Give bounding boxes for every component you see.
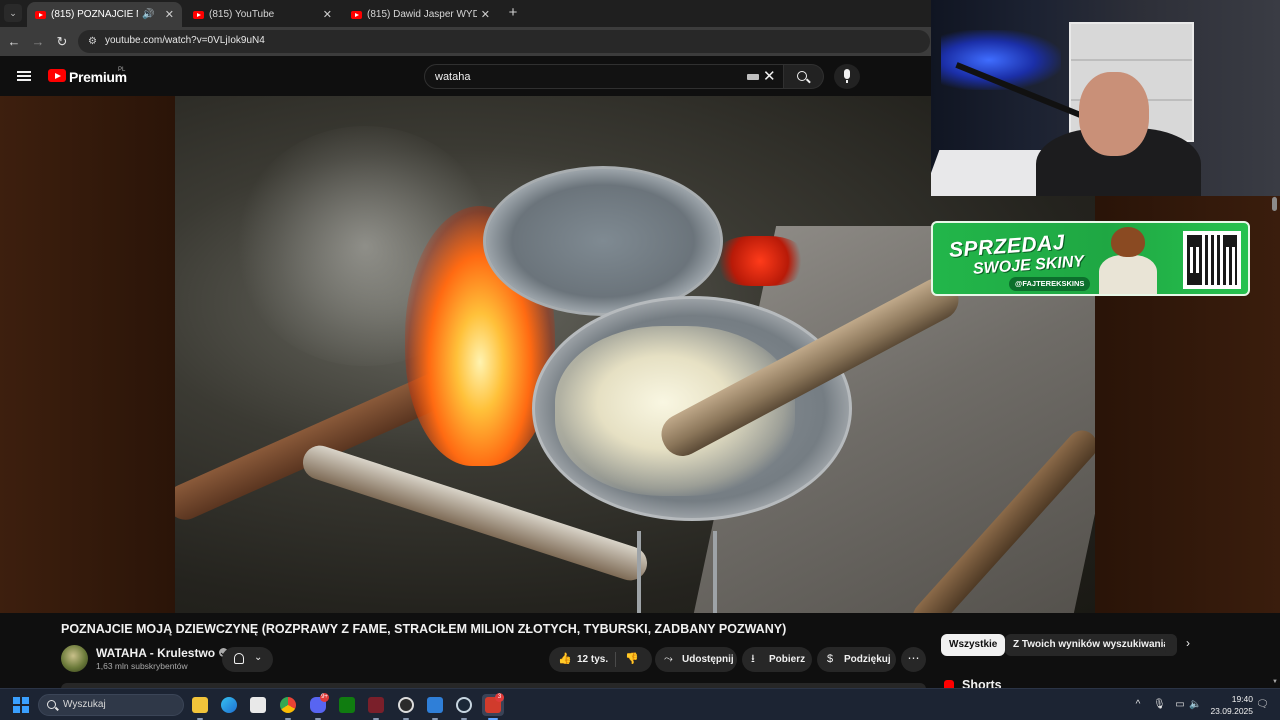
search-button[interactable] xyxy=(784,64,824,89)
chip-all[interactable]: Wszystkie xyxy=(941,634,1006,656)
tab-poznajcie[interactable]: (815) POZNAJCIE MOJĄ DZ 🔊 ✕ xyxy=(27,2,182,27)
tab-title: (815) Dawid Jasper WYDAJĄ M xyxy=(367,9,477,20)
discord-badge: 9+ xyxy=(320,693,329,702)
network-icon[interactable]: ▭ xyxy=(1174,699,1186,711)
notifications-button[interactable]: ⌄ xyxy=(222,647,273,672)
voice-search-button[interactable] xyxy=(834,64,860,89)
youtube-favicon-icon xyxy=(351,10,362,19)
like-divider xyxy=(615,652,616,667)
file-explorer-icon[interactable] xyxy=(189,694,211,720)
youtube-favicon-icon xyxy=(193,10,204,19)
webcam-overlay xyxy=(931,0,1280,196)
volume-icon[interactable]: 🔈 xyxy=(1189,699,1201,711)
ad-handle: @FAJTEREKSKINS xyxy=(1009,277,1091,291)
close-icon[interactable]: ✕ xyxy=(165,8,174,21)
tab-title: (815) YouTube xyxy=(209,9,275,20)
keyboard-icon[interactable] xyxy=(747,74,759,80)
discord-icon[interactable]: 9+ xyxy=(307,693,329,720)
obs-icon[interactable] xyxy=(395,694,417,720)
forward-button[interactable]: → xyxy=(29,33,47,51)
like-icon[interactable]: 👍 xyxy=(558,647,572,672)
download-icon: ⭳ xyxy=(751,653,755,665)
clock-date[interactable]: 23.09.2025 xyxy=(1205,706,1253,716)
scrollbar-thumb[interactable] xyxy=(1272,197,1277,211)
dislike-icon[interactable]: 👎 xyxy=(625,647,639,672)
speaker-icon[interactable]: 🔊 xyxy=(142,9,154,20)
thanks-icon: $ xyxy=(827,653,834,665)
edge-icon[interactable] xyxy=(218,694,240,716)
thanks-button[interactable]: $ Podziękuj xyxy=(817,647,896,672)
tab-title: (815) POZNAJCIE MOJĄ DZ xyxy=(51,9,138,20)
video-title: POZNAJCIE MOJĄ DZIEWCZYNĘ (ROZPRAWY Z FA… xyxy=(61,622,787,636)
thanks-label: Podziękuj xyxy=(844,654,891,665)
video-frame-pot xyxy=(483,166,723,316)
share-label: Udostępnij xyxy=(682,654,734,665)
youtube-logo-icon[interactable] xyxy=(48,69,66,82)
channel-avatar[interactable] xyxy=(61,645,88,672)
chevron-down-icon: ⌄ xyxy=(254,652,263,663)
tab-dawid-jasper[interactable]: (815) Dawid Jasper WYDAJĄ M ✕ xyxy=(343,2,498,27)
webcam-person-head xyxy=(1079,72,1149,156)
chevron-right-icon[interactable]: › xyxy=(1186,636,1190,650)
site-info-icon[interactable]: ⚙ xyxy=(86,35,99,48)
close-icon[interactable]: ✕ xyxy=(323,8,332,21)
search-input[interactable]: wataha ✕ xyxy=(424,64,784,89)
remote-app-icon[interactable] xyxy=(424,694,446,720)
close-icon[interactable]: ✕ xyxy=(481,8,490,21)
chip-from-search[interactable]: Z Twoich wyników wyszukiwania xyxy=(1005,634,1177,656)
dog-mascot-icon xyxy=(1093,225,1163,294)
streaming-app-icon[interactable]: 3 xyxy=(482,693,504,720)
qr-code-icon xyxy=(1183,231,1241,289)
subscriber-count: 1,63 mln subskrybentów xyxy=(96,661,188,671)
url-text[interactable]: youtube.com/watch?v=0VLjIok9uN4 xyxy=(105,35,265,46)
chrome-icon[interactable] xyxy=(277,694,299,720)
steam-icon[interactable] xyxy=(453,694,475,720)
search-icon xyxy=(797,71,807,81)
download-label: Pobierz xyxy=(769,654,806,665)
like-count[interactable]: 12 tys. xyxy=(577,647,608,672)
streaming-app-badge: 3 xyxy=(495,693,504,702)
menu-icon[interactable] xyxy=(17,71,31,81)
channel-name[interactable]: WATAHA - Krulestwo xyxy=(96,646,229,660)
like-dislike-group: 👍 12 tys. 👎 xyxy=(549,647,652,672)
xbox-icon[interactable] xyxy=(336,694,358,716)
tray-overflow-icon[interactable]: ^ xyxy=(1132,699,1144,711)
tab-search-button[interactable]: ⌄ xyxy=(4,4,22,22)
taskbar-search[interactable]: Wyszukaj xyxy=(38,694,184,716)
download-button[interactable]: ⭳ Pobierz xyxy=(742,647,812,672)
channel-name-text[interactable]: WATAHA - Krulestwo xyxy=(96,646,215,660)
sponsor-banner: SPRZEDAJ SWOJE SKINY @FAJTEREKSKINS xyxy=(931,221,1250,296)
address-bar[interactable]: ⚙ youtube.com/watch?v=0VLjIok9uN4 xyxy=(78,30,930,53)
back-button[interactable]: ← xyxy=(5,33,23,51)
more-actions-button[interactable]: ⋯ xyxy=(901,647,926,672)
share-button[interactable]: ⤳ Udostępnij xyxy=(655,647,737,672)
chip-more[interactable] xyxy=(1165,634,1177,656)
youtube-favicon-icon xyxy=(35,10,46,19)
clock-time[interactable]: 19:40 xyxy=(1205,694,1253,704)
tab-youtube[interactable]: (815) YouTube ✕ xyxy=(185,2,340,27)
new-tab-button[interactable]: + xyxy=(505,4,521,22)
video-frame-pan-handle xyxy=(637,531,717,613)
video-frame-embers xyxy=(715,236,805,286)
clear-search-icon[interactable]: ✕ xyxy=(763,68,776,85)
reload-button[interactable]: ↻ xyxy=(53,33,71,51)
game-app-icon[interactable] xyxy=(365,694,387,720)
share-icon: ⤳ xyxy=(664,653,673,665)
scroll-down-arrow-icon[interactable]: ▼ xyxy=(1270,679,1280,687)
notification-icon[interactable]: 🗨 xyxy=(1256,699,1269,711)
microphone-icon xyxy=(844,69,850,83)
search-icon xyxy=(47,700,56,709)
windows-start-icon[interactable] xyxy=(13,697,29,713)
microphone-icon[interactable]: 🎙 xyxy=(1153,699,1166,711)
store-icon[interactable] xyxy=(247,694,269,716)
search-query[interactable]: wataha xyxy=(435,71,470,83)
windows-taskbar: Wyszukaj 9+ 3 ^ 🎙 ▭ 🔈 19:40 23.09.2025 🗨 xyxy=(0,688,1280,720)
taskbar-search-label: Wyszukaj xyxy=(63,699,106,710)
bell-icon xyxy=(234,653,244,664)
country-code: PL xyxy=(118,67,126,73)
